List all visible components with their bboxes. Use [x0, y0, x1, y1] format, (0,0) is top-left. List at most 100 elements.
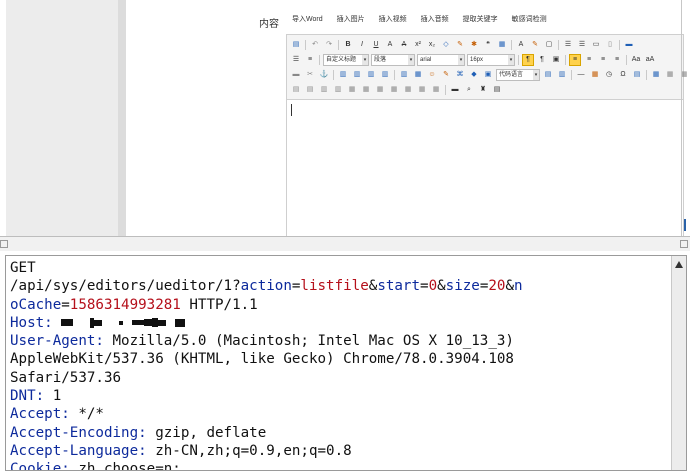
- font-color-icon[interactable]: A: [515, 39, 527, 51]
- row-spacing-icon[interactable]: ▬: [623, 39, 635, 51]
- insert-table-icon[interactable]: ▦: [650, 69, 662, 81]
- background-icon[interactable]: ▥: [556, 69, 568, 81]
- paragraph-format-select[interactable]: 段落 ▾: [371, 53, 415, 66]
- align-justify-icon[interactable]: ≡: [611, 54, 623, 66]
- image-none-icon[interactable]: ▥: [337, 69, 349, 81]
- toolbar-separator: [445, 84, 446, 95]
- emotion-icon[interactable]: ☺: [426, 69, 438, 81]
- strikethrough-icon[interactable]: A: [398, 39, 410, 51]
- horizontal-rule-icon[interactable]: —: [575, 69, 587, 81]
- source-html-icon[interactable]: ▤: [290, 39, 302, 51]
- auto-typeset-icon[interactable]: ✱: [468, 39, 480, 51]
- template-icon[interactable]: ▤: [542, 69, 554, 81]
- link-icon[interactable]: ▬: [290, 69, 302, 81]
- insert-video-link[interactable]: 插入视频: [379, 14, 407, 24]
- clear-doc-icon[interactable]: ▢: [543, 39, 555, 51]
- paste-plain-icon[interactable]: ▦: [496, 39, 508, 51]
- param-size-name: size: [445, 278, 480, 295]
- help-icon[interactable]: ▤: [491, 84, 503, 96]
- insert-image-icon[interactable]: ▦: [412, 69, 424, 81]
- format-match-icon[interactable]: ✎: [454, 39, 466, 51]
- align-center-icon[interactable]: ≡: [583, 54, 595, 66]
- dnt-value: 1: [44, 388, 62, 405]
- attachment-icon[interactable]: ⌘: [454, 69, 466, 81]
- merge-down-icon[interactable]: ▦: [374, 84, 386, 96]
- special-chars-icon[interactable]: Ω: [617, 69, 629, 81]
- delete-col-icon[interactable]: ▥: [332, 84, 344, 96]
- accept-language-value: zh-CN,zh;q=0.9,en;q=0.8: [146, 442, 352, 459]
- toolbar-separator: [571, 69, 572, 80]
- vertical-scrollbar[interactable]: [671, 256, 686, 470]
- image-right-icon[interactable]: ▥: [365, 69, 377, 81]
- underline-icon[interactable]: U: [370, 39, 382, 51]
- align-left-icon[interactable]: ≡: [569, 53, 581, 66]
- delete-row-icon[interactable]: ▤: [304, 84, 316, 96]
- wordimage-icon[interactable]: ▤: [631, 69, 643, 81]
- search-replace-icon[interactable]: ♜: [477, 84, 489, 96]
- font-family-select[interactable]: arial ▾: [417, 53, 465, 66]
- print-icon[interactable]: ▬: [449, 84, 461, 96]
- image-center-icon[interactable]: ▥: [379, 69, 391, 81]
- time-icon[interactable]: ◷: [603, 69, 615, 81]
- simple-upload-icon[interactable]: ▥: [398, 69, 410, 81]
- extract-keywords-link[interactable]: 提取关键字: [463, 14, 498, 24]
- toolbar-separator: [646, 69, 647, 80]
- scroll-up-icon[interactable]: [675, 261, 683, 268]
- font-size-select[interactable]: 16px ▾: [467, 53, 515, 66]
- scrawl-icon[interactable]: ✎: [440, 69, 452, 81]
- remove-format-icon[interactable]: ◇: [440, 39, 452, 51]
- bold-icon[interactable]: B: [342, 39, 354, 51]
- select-all-icon[interactable]: ▭: [590, 39, 602, 51]
- to-uppercase-icon[interactable]: Aa: [630, 54, 642, 66]
- blockquote-icon[interactable]: ❝: [482, 39, 494, 51]
- split-to-cells-icon[interactable]: ▦: [388, 84, 400, 96]
- redo-icon[interactable]: ↷: [323, 39, 335, 51]
- cookie-label: Cookie:: [10, 461, 70, 471]
- editor-content-area[interactable]: [287, 100, 683, 237]
- date-icon[interactable]: ▦: [589, 69, 601, 81]
- sidebar-divider: [118, 0, 126, 236]
- align-right-icon[interactable]: ≡: [597, 54, 609, 66]
- code-language-select[interactable]: 代码语言 ▾: [496, 68, 540, 81]
- background-color-icon[interactable]: ✎: [529, 39, 541, 51]
- chart-icon[interactable]: ▦: [430, 84, 442, 96]
- splitter-handle-right[interactable]: [680, 240, 688, 248]
- pane-splitter[interactable]: [0, 219, 690, 251]
- paragraph-spacing-icon[interactable]: ☰: [290, 54, 302, 66]
- custom-title-select[interactable]: 自定义标题 ▾: [323, 53, 369, 66]
- insert-image-link[interactable]: 插入图片: [337, 14, 365, 24]
- insert-frame-icon[interactable]: ▣: [482, 69, 494, 81]
- import-word-link[interactable]: 导入Word: [292, 14, 323, 24]
- superscript-icon[interactable]: x²: [412, 39, 424, 51]
- delete-table-icon[interactable]: ▦: [664, 69, 676, 81]
- preview-icon[interactable]: ⌕: [463, 84, 475, 96]
- line-height-icon[interactable]: ≡: [304, 54, 316, 66]
- unordered-list-icon[interactable]: ☰: [576, 39, 588, 51]
- direction-ltr-icon[interactable]: ¶: [522, 53, 534, 66]
- insert-row-icon[interactable]: ▤: [290, 84, 302, 96]
- map-icon[interactable]: ◆: [468, 69, 480, 81]
- unlink-icon[interactable]: ✂: [304, 69, 316, 81]
- italic-icon[interactable]: I: [356, 39, 368, 51]
- accept-encoding-value: gzip, deflate: [146, 424, 267, 441]
- sensitive-word-check-link[interactable]: 敏感词检测: [512, 14, 547, 24]
- to-lowercase-icon[interactable]: aA: [644, 54, 656, 66]
- insert-audio-link[interactable]: 插入音频: [421, 14, 449, 24]
- insert-paragraph-before-table-icon[interactable]: ▦: [678, 69, 690, 81]
- image-left-icon[interactable]: ▥: [351, 69, 363, 81]
- raw-request-text[interactable]: GET /api/sys/editors/ueditor/1?action=li…: [6, 256, 686, 471]
- anchor-icon[interactable]: ⚓: [318, 69, 330, 81]
- merge-right-icon[interactable]: ▦: [360, 84, 372, 96]
- ordered-list-icon[interactable]: ☰: [562, 39, 574, 51]
- direction-rtl-icon[interactable]: ¶: [536, 54, 548, 66]
- merge-cells-icon[interactable]: ▦: [346, 84, 358, 96]
- insert-col-icon[interactable]: ▥: [318, 84, 330, 96]
- split-to-rows-icon[interactable]: ▦: [402, 84, 414, 96]
- split-to-cols-icon[interactable]: ▦: [416, 84, 428, 96]
- font-border-icon[interactable]: A: [384, 39, 396, 51]
- undo-icon[interactable]: ↶: [309, 39, 321, 51]
- splitter-handle-left[interactable]: [0, 240, 8, 248]
- indent-icon[interactable]: ▣: [550, 54, 562, 66]
- subscript-icon[interactable]: x₂: [426, 39, 438, 51]
- clear-content-icon[interactable]: ▯: [604, 39, 616, 51]
